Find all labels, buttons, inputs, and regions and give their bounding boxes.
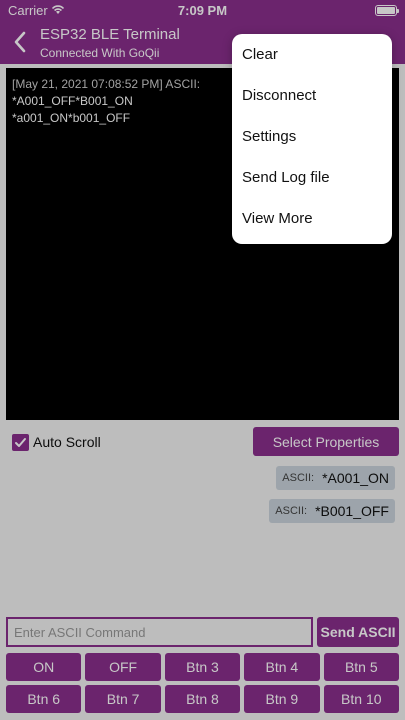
menu-item-disconnect[interactable]: Disconnect xyxy=(232,75,392,116)
options-menu: Clear Disconnect Settings Send Log file … xyxy=(232,34,392,244)
menu-item-send-log-file[interactable]: Send Log file xyxy=(232,157,392,198)
menu-item-view-more[interactable]: View More xyxy=(232,198,392,239)
menu-item-clear[interactable]: Clear xyxy=(232,34,392,75)
menu-item-settings[interactable]: Settings xyxy=(232,116,392,157)
